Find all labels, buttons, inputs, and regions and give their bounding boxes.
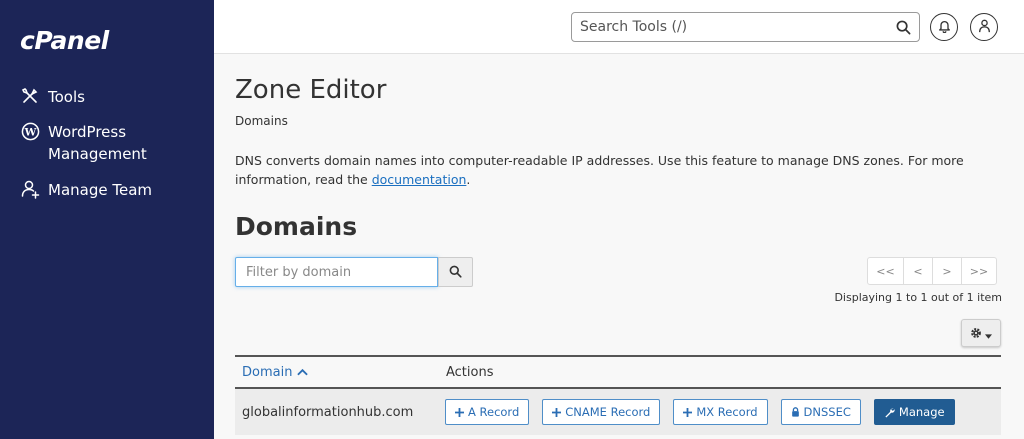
column-header-actions: Actions xyxy=(446,364,494,380)
notifications-button[interactable] xyxy=(930,13,958,41)
sidebar-item-label: WordPress Management xyxy=(48,123,147,163)
search-tools-box[interactable] xyxy=(571,12,920,42)
sidebar-item-manage-team[interactable]: Manage Team xyxy=(20,179,152,201)
sidebar: cPanel Tools W WordPress Management Mana… xyxy=(0,0,214,439)
user-plus-icon xyxy=(20,179,40,199)
add-a-record-button[interactable]: A Record xyxy=(445,399,530,425)
filter-box[interactable] xyxy=(235,257,438,287)
domains-table: Domain Actions globalinformationhub.com … xyxy=(235,355,1001,435)
plus-icon xyxy=(683,407,693,417)
last-page-button[interactable]: >> xyxy=(961,257,997,285)
cpanel-logo[interactable]: cPanel xyxy=(20,26,109,55)
page-title: Zone Editor xyxy=(235,75,387,105)
gear-icon xyxy=(970,324,982,343)
settings-dropdown-button[interactable] xyxy=(961,319,1001,347)
top-header xyxy=(214,0,1024,54)
section-title: Domains xyxy=(235,212,358,241)
displaying-count: Displaying 1 to 1 out of 1 item xyxy=(834,291,1002,304)
wordpress-icon: W xyxy=(20,121,40,141)
user-icon xyxy=(978,18,991,37)
next-page-button[interactable]: > xyxy=(932,257,962,285)
lock-icon xyxy=(791,407,800,417)
first-page-button[interactable]: << xyxy=(867,257,904,285)
svg-text:W: W xyxy=(23,126,36,138)
plus-icon xyxy=(552,407,562,417)
sidebar-item-wordpress[interactable]: W WordPress Management xyxy=(20,121,147,165)
tools-icon xyxy=(20,86,40,106)
sidebar-item-label: Manage Team xyxy=(48,181,152,199)
domain-cell: globalinformationhub.com xyxy=(242,404,414,420)
plus-icon xyxy=(455,407,464,417)
documentation-link[interactable]: documentation xyxy=(372,172,467,187)
caret-down-icon xyxy=(985,324,992,343)
table-row: globalinformationhub.com A Record CNAME … xyxy=(235,389,1001,435)
page-description: DNS converts domain names into computer-… xyxy=(235,153,964,187)
breadcrumb: Domains xyxy=(235,114,288,128)
dnssec-button[interactable]: DNSSEC xyxy=(780,399,861,425)
row-actions: A Record CNAME Record MX Record DNSSEC M… xyxy=(445,399,968,425)
filter-domain-input[interactable] xyxy=(236,258,437,286)
add-mx-record-button[interactable]: MX Record xyxy=(673,399,768,425)
search-icon xyxy=(449,263,462,282)
sidebar-item-label: Tools xyxy=(48,88,85,106)
sidebar-item-tools[interactable]: Tools xyxy=(20,86,85,108)
user-menu-button[interactable] xyxy=(970,13,998,41)
search-tools-input[interactable] xyxy=(572,13,872,41)
column-header-domain[interactable]: Domain xyxy=(235,365,446,380)
table-header: Domain Actions xyxy=(235,355,1001,389)
add-cname-record-button[interactable]: CNAME Record xyxy=(542,399,661,425)
prev-page-button[interactable]: < xyxy=(903,257,933,285)
main-content: Zone Editor Domains DNS converts domain … xyxy=(214,55,1024,439)
wrench-icon xyxy=(884,407,895,418)
sort-ascending-icon xyxy=(296,365,308,380)
manage-button[interactable]: Manage xyxy=(873,399,955,425)
filter-search-button[interactable] xyxy=(438,257,473,287)
pagination: << < > >> xyxy=(867,257,997,285)
bell-icon xyxy=(938,18,951,37)
search-icon[interactable] xyxy=(896,20,911,39)
